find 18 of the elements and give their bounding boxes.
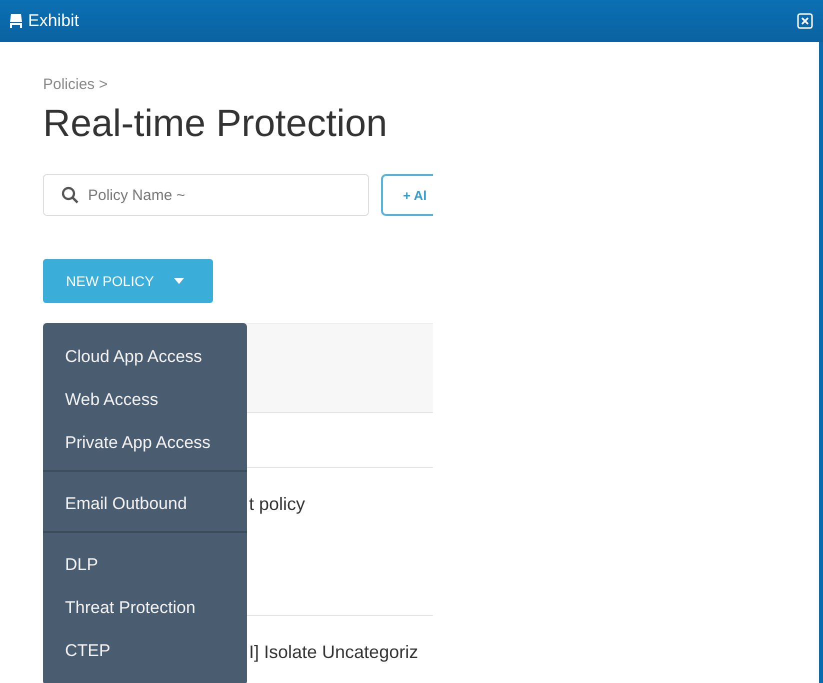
menu-item[interactable]: Cloud App Access [43,337,247,380]
menu-item[interactable]: Email Outbound [43,484,247,527]
menu-item[interactable]: CTEP [43,631,247,674]
close-icon[interactable] [797,13,813,29]
menu-item[interactable]: Private App Access [43,423,247,466]
window-title: Exhibit [28,11,80,31]
menu-item[interactable]: Web Access [43,380,247,423]
search-icon [61,186,79,204]
policy-name[interactable]: I] Isolate Uncategoriz [249,642,418,662]
page-title: Real-time Protection [43,103,388,146]
chair-icon [8,13,24,29]
policy-name[interactable]: t policy [249,494,306,514]
breadcrumb[interactable]: Policies > [43,76,433,93]
search-field[interactable]: Policy Name ~ [43,174,369,216]
menu-item[interactable]: DLP [43,545,247,588]
add-button[interactable]: + Al [381,174,433,216]
caret-icon [174,278,184,284]
menu-item[interactable]: Threat Protection [43,588,247,631]
